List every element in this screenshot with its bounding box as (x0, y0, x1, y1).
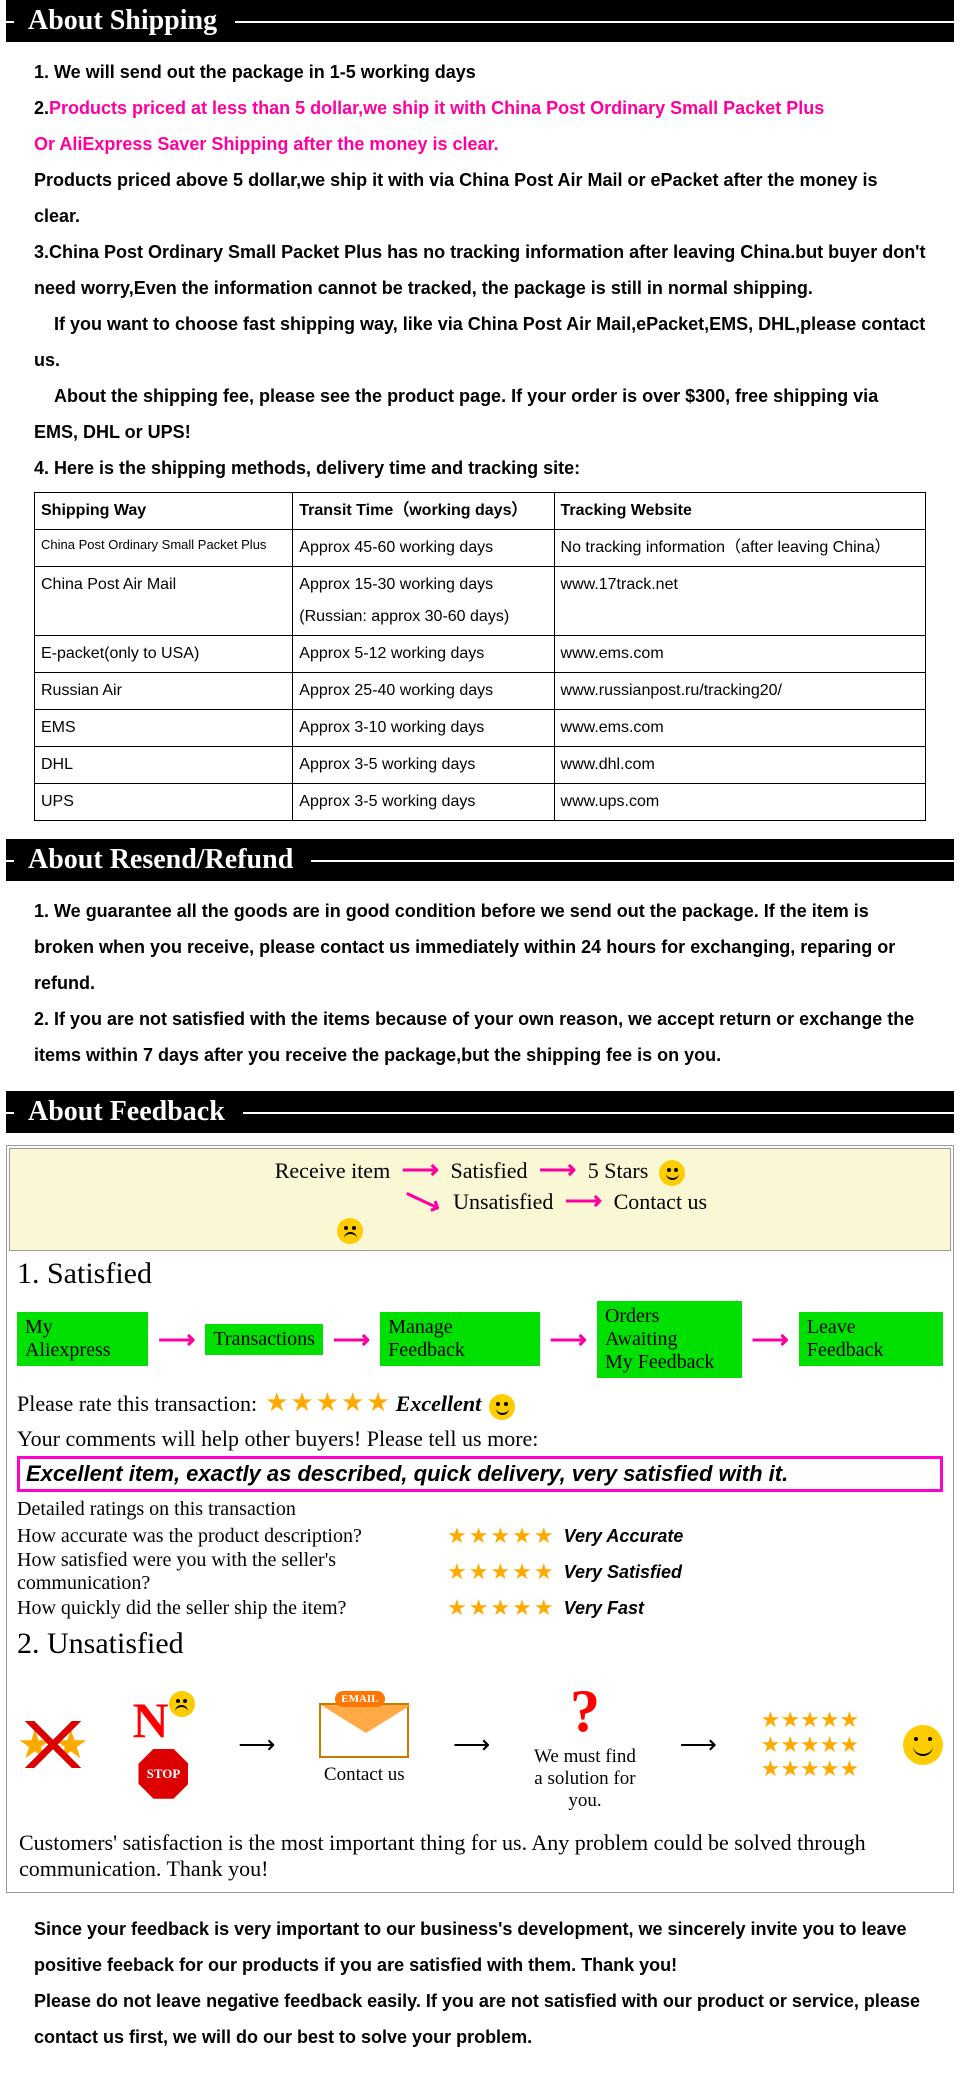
table-row: EMSApprox 3-10 working dayswww.ems.com (35, 710, 926, 747)
refund-p1: 1. We guarantee all the goods are in goo… (34, 893, 926, 1001)
rating-q: How accurate was the product description… (17, 1525, 447, 1548)
stars-icon: ★★★★★ (447, 1595, 556, 1621)
feedback-steps-row: My Aliexpress ⟶ Transactions ⟶ Manage Fe… (9, 1297, 951, 1382)
rating-a: Very Fast (564, 1598, 644, 1619)
section-heading-feedback: About Feedback (6, 1091, 954, 1133)
arrow-icon: ⟶ (680, 1729, 717, 1760)
arrow-icon: ⟶ (158, 1324, 195, 1355)
sad-icon (169, 1691, 195, 1717)
rating-q: How quickly did the seller ship the item… (17, 1597, 447, 1620)
shipping-table: Shipping Way Transit Time（working days） … (34, 492, 926, 821)
comments-help: Your comments will help other buyers! Pl… (9, 1426, 951, 1452)
no-stars-cell: ★★ (17, 1721, 89, 1768)
solution-cell: ? We must find a solution for you. (534, 1677, 636, 1812)
arrow-icon: ⟶ (238, 1729, 275, 1760)
happy-cell (903, 1725, 943, 1765)
smiley-icon (489, 1394, 515, 1420)
feedback-footer: Since your feedback is very important to… (0, 1893, 960, 2073)
envelope-icon: EMAIL (319, 1703, 409, 1758)
stars-icon: ★★★★★ (447, 1523, 556, 1549)
stars-icon: ★★★★★★★★★★★★★★★ (761, 1708, 860, 1781)
flow-satisfied: Satisfied (450, 1158, 527, 1183)
heading-text: About Shipping (14, 0, 231, 42)
ship-p6: About the shipping fee, please see the p… (34, 378, 926, 450)
flow-unsatisfied: Unsatisfied (453, 1189, 553, 1214)
stop-sign-icon: STOP (138, 1749, 188, 1799)
step-box: Leave Feedback (799, 1312, 943, 1366)
smiley-icon (659, 1160, 685, 1186)
arrow-icon: ⟶ (402, 1155, 439, 1185)
rate-label: Please rate this transaction: (17, 1391, 257, 1416)
table-row: UPSApprox 3-5 working dayswww.ups.com (35, 784, 926, 821)
refund-p2: 2. If you are not satisfied with the ite… (34, 1001, 926, 1073)
table-row: E-packet(only to USA)Approx 5-12 working… (35, 636, 926, 673)
step-box: Transactions (205, 1324, 322, 1355)
crossed-stars-icon: ★★ (17, 1721, 89, 1768)
heading-text: About Resend/Refund (14, 839, 307, 881)
step-box: Manage Feedback (380, 1312, 539, 1366)
satisfied-heading: 1. Satisfied (17, 1257, 943, 1291)
question-mark-icon: ? (570, 1678, 600, 1744)
ship-p7: 4. Here is the shipping methods, deliver… (34, 450, 926, 486)
foot-p2: Please do not leave negative feedback ea… (34, 1983, 926, 2055)
ship-p3: Products priced above 5 dollar,we ship i… (34, 162, 926, 234)
flow-receive: Receive item (275, 1158, 390, 1183)
arrow-icon: ⟶ (565, 1186, 602, 1216)
no-stop-cell: N STOP (132, 1691, 194, 1799)
table-row: Russian AirApprox 25-40 working dayswww.… (35, 673, 926, 710)
flow-contact: Contact us (614, 1189, 708, 1214)
flow-fivestars: 5 Stars (588, 1158, 649, 1183)
smiley-icon (903, 1725, 943, 1765)
table-row: DHLApprox 3-5 working dayswww.dhl.com (35, 747, 926, 784)
ship-p1: 1. We will send out the package in 1-5 w… (34, 54, 926, 90)
rating-text: Excellent (396, 1391, 482, 1416)
rating-a: Very Satisfied (564, 1562, 682, 1583)
section-heading-refund: About Resend/Refund (6, 839, 954, 881)
foot-p1: Since your feedback is very important to… (34, 1911, 926, 1983)
heading-text: About Feedback (14, 1091, 239, 1133)
sad-icon (337, 1218, 363, 1244)
arrow-icon: ⟶ (550, 1324, 587, 1355)
email-cell: EMAIL Contact us (319, 1703, 409, 1786)
th-site: Tracking Website (554, 493, 925, 530)
stars-icon: ★★★★★ (265, 1388, 392, 1417)
comment-box: Excellent item, exactly as described, qu… (17, 1456, 943, 1492)
feedback-panel: Receive item ⟶ Satisfied ⟶ 5 Stars ⟶ Uns… (6, 1145, 954, 1893)
table-row: China Post Air MailApprox 15-30 working … (35, 567, 926, 636)
stars-icon: ★★★★★ (447, 1559, 556, 1585)
closing-msg: Customers' satisfaction is the most impo… (9, 1822, 951, 1890)
th-time: Transit Time（working days） (293, 493, 554, 530)
rating-q: How satisfied were you with the seller's… (17, 1549, 447, 1595)
big-n: N (132, 1692, 168, 1748)
ship-p2: 2.Products priced at less than 5 dollar,… (34, 90, 926, 126)
ship-p2c: Or AliExpress Saver Shipping after the m… (34, 126, 926, 162)
rating-a: Very Accurate (564, 1526, 684, 1547)
step-box: Orders Awaiting My Feedback (597, 1301, 742, 1378)
arrow-icon: ⟶ (453, 1729, 490, 1760)
unsatisfied-heading: 2. Unsatisfied (17, 1627, 943, 1661)
table-header-row: Shipping Way Transit Time（working days） … (35, 493, 926, 530)
th-way: Shipping Way (35, 493, 293, 530)
ship-p5: If you want to choose fast shipping way,… (34, 306, 926, 378)
stars-result-cell: ★★★★★★★★★★★★★★★ (761, 1708, 860, 1781)
arrow-icon: ⟶ (539, 1155, 576, 1185)
ship-p4: 3.China Post Ordinary Small Packet Plus … (34, 234, 926, 306)
solution-text: We must find a solution for you. (534, 1746, 636, 1811)
detail-head: Detailed ratings on this transaction (9, 1496, 951, 1523)
shipping-content: 1. We will send out the package in 1-5 w… (0, 54, 960, 839)
section-heading-shipping: About Shipping (6, 0, 954, 42)
contact-us-label: Contact us (324, 1764, 405, 1785)
feedback-flow-top: Receive item ⟶ Satisfied ⟶ 5 Stars ⟶ Uns… (9, 1148, 951, 1251)
arrow-icon: ⟶ (752, 1324, 789, 1355)
arrow-icon: ⟶ (333, 1324, 370, 1355)
unsatisfied-flow: ★★ N STOP ⟶ EMAIL Contact us ⟶ ? We must… (9, 1667, 951, 1822)
step-box: My Aliexpress (17, 1312, 148, 1366)
refund-content: 1. We guarantee all the goods are in goo… (0, 893, 960, 1091)
table-row: China Post Ordinary Small Packet PlusApp… (35, 530, 926, 567)
